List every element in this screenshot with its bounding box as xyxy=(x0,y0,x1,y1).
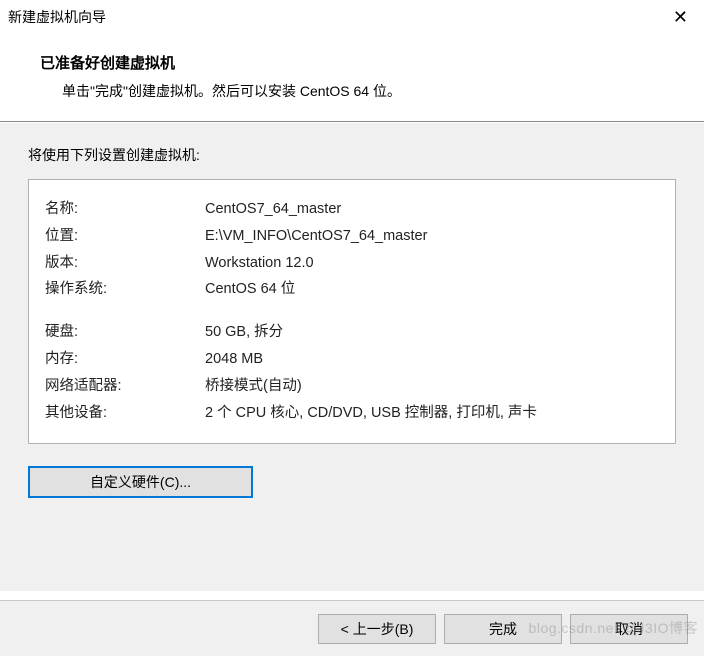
summary-label: 网络适配器: xyxy=(45,373,205,400)
finish-button[interactable]: 完成 xyxy=(444,614,562,644)
summary-label: 操作系统: xyxy=(45,276,205,303)
window-title: 新建虚拟机向导 xyxy=(8,7,106,27)
wizard-footer: < 上一步(B) 完成 取消 xyxy=(0,600,704,656)
summary-gap xyxy=(45,303,659,319)
titlebar: 新建虚拟机向导 ✕ xyxy=(0,0,704,34)
close-icon[interactable]: ✕ xyxy=(667,6,694,28)
wizard-header: 已准备好创建虚拟机 单击"完成"创建虚拟机。然后可以安装 CentOS 64 位… xyxy=(0,34,704,121)
summary-label: 名称: xyxy=(45,196,205,223)
summary-label: 位置: xyxy=(45,223,205,250)
summary-label: 硬盘: xyxy=(45,319,205,346)
summary-value: Workstation 12.0 xyxy=(205,250,314,277)
summary-row: 硬盘: 50 GB, 拆分 xyxy=(45,319,659,346)
summary-label: 内存: xyxy=(45,346,205,373)
summary-box: 名称: CentOS7_64_master 位置: E:\VM_INFO\Cen… xyxy=(28,179,676,444)
summary-row: 其他设备: 2 个 CPU 核心, CD/DVD, USB 控制器, 打印机, … xyxy=(45,400,659,427)
summary-value: 2 个 CPU 核心, CD/DVD, USB 控制器, 打印机, 声卡 xyxy=(205,400,537,427)
summary-value: 50 GB, 拆分 xyxy=(205,319,283,346)
customize-hardware-button[interactable]: 自定义硬件(C)... xyxy=(28,466,253,498)
summary-value: 桥接模式(自动) xyxy=(205,373,302,400)
summary-row: 网络适配器: 桥接模式(自动) xyxy=(45,373,659,400)
summary-value: 2048 MB xyxy=(205,346,263,373)
summary-value: CentOS7_64_master xyxy=(205,196,341,223)
summary-row: 操作系统: CentOS 64 位 xyxy=(45,276,659,303)
summary-label: 其他设备: xyxy=(45,400,205,427)
back-button[interactable]: < 上一步(B) xyxy=(318,614,436,644)
summary-label: 版本: xyxy=(45,250,205,277)
summary-row: 名称: CentOS7_64_master xyxy=(45,196,659,223)
wizard-header-title: 已准备好创建虚拟机 xyxy=(40,52,680,73)
wizard-header-subtitle: 单击"完成"创建虚拟机。然后可以安装 CentOS 64 位。 xyxy=(40,81,680,101)
cancel-button[interactable]: 取消 xyxy=(570,614,688,644)
summary-row: 内存: 2048 MB xyxy=(45,346,659,373)
wizard-body: 将使用下列设置创建虚拟机: 名称: CentOS7_64_master 位置: … xyxy=(0,123,704,591)
summary-value: E:\VM_INFO\CentOS7_64_master xyxy=(205,223,427,250)
summary-row: 位置: E:\VM_INFO\CentOS7_64_master xyxy=(45,223,659,250)
summary-row: 版本: Workstation 12.0 xyxy=(45,250,659,277)
summary-value: CentOS 64 位 xyxy=(205,276,295,303)
summary-lead-text: 将使用下列设置创建虚拟机: xyxy=(28,145,676,165)
